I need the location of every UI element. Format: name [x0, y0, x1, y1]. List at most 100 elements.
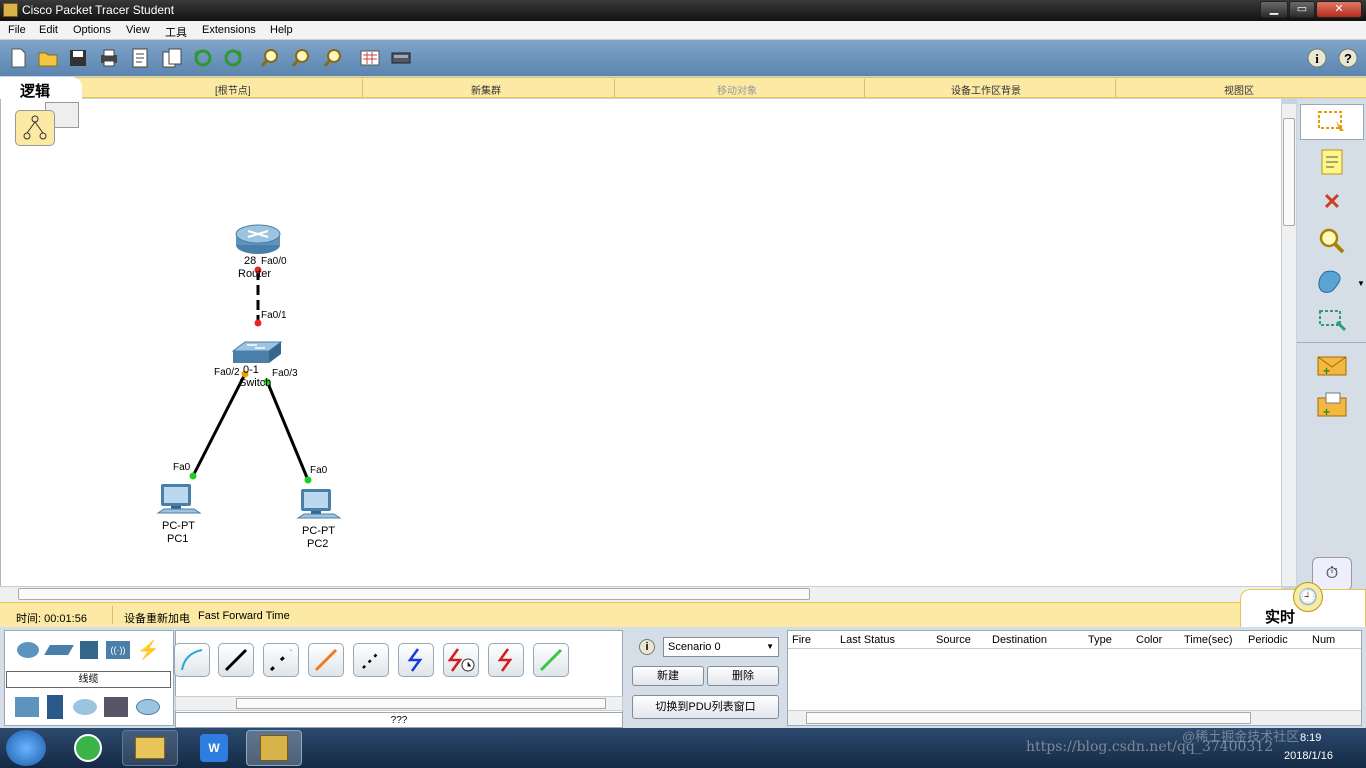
console-cable-icon[interactable]: [218, 643, 254, 677]
pdu-table-scroll-thumb[interactable]: [806, 712, 1251, 724]
serial-dte-clock-cable-icon[interactable]: [443, 643, 479, 677]
power-cycle-devices-button[interactable]: 设备重新加电: [124, 610, 190, 626]
column-color[interactable]: Color: [1136, 634, 1162, 646]
palette-icon[interactable]: [358, 46, 382, 70]
serial-dce-cable-icon[interactable]: [398, 643, 434, 677]
realtime-mode-tab[interactable]: 🕘 实时: [1240, 582, 1366, 627]
fiber-cable-icon[interactable]: [533, 643, 569, 677]
router-name-label: Router: [238, 268, 272, 280]
copy-icon[interactable]: [160, 46, 184, 70]
set-background-button[interactable]: 设备工作区背景: [951, 82, 1021, 97]
menu-help[interactable]: Help: [270, 24, 293, 36]
print-icon[interactable]: [97, 46, 121, 70]
new-file-icon[interactable]: [6, 46, 30, 70]
save-icon[interactable]: [66, 46, 90, 70]
auto-connection-icon[interactable]: [174, 643, 210, 677]
end-devices-category-icon[interactable]: [15, 697, 39, 717]
rollover-cable-icon[interactable]: [353, 643, 389, 677]
add-simple-pdu-icon[interactable]: +: [1312, 349, 1352, 383]
move-object-button[interactable]: 移动对象: [717, 82, 757, 97]
connections-category-icon[interactable]: ⚡: [137, 640, 159, 661]
column-periodic[interactable]: Periodic: [1248, 634, 1288, 646]
draw-shape-icon[interactable]: [1312, 265, 1352, 299]
clock-date[interactable]: 2018/1/16: [1284, 750, 1333, 762]
start-button[interactable]: [6, 730, 46, 766]
fast-forward-time-button[interactable]: Fast Forward Time: [198, 610, 290, 622]
custom-devices-category-icon[interactable]: [104, 697, 128, 717]
crossover-cable-icon[interactable]: [308, 643, 344, 677]
zoom-in-icon[interactable]: [258, 46, 282, 70]
zoom-out-icon[interactable]: [321, 46, 345, 70]
zoom-reset-icon[interactable]: [289, 46, 313, 70]
link-switch-pc2[interactable]: [265, 380, 310, 481]
hubs-category-icon[interactable]: [80, 641, 98, 659]
menu-tools[interactable]: 工具: [165, 24, 187, 40]
360-browser-icon[interactable]: [60, 730, 116, 766]
column-num[interactable]: Num: [1312, 634, 1335, 646]
toggle-pdu-list-button[interactable]: 切换到PDU列表窗口: [632, 695, 779, 719]
minimize-button[interactable]: ▁: [1260, 1, 1288, 18]
multiuser-category-icon[interactable]: [136, 699, 160, 715]
security-category-icon[interactable]: [47, 695, 63, 719]
logical-tab[interactable]: 逻辑: [0, 77, 82, 101]
column-type[interactable]: Type: [1088, 634, 1112, 646]
new-cluster-button[interactable]: 新集群: [471, 82, 501, 97]
column-destination[interactable]: Destination: [992, 634, 1047, 646]
serial-dte-cable-icon[interactable]: [488, 643, 524, 677]
root-node-link[interactable]: [根节点]: [215, 82, 251, 97]
redo-icon[interactable]: [221, 46, 245, 70]
straight-through-cable-icon[interactable]: [263, 643, 299, 677]
clock-time[interactable]: 8:19: [1300, 732, 1321, 744]
file-explorer-icon[interactable]: [122, 730, 178, 766]
undo-icon[interactable]: [191, 46, 215, 70]
menu-file[interactable]: File: [8, 24, 26, 36]
column-fire[interactable]: Fire: [792, 634, 811, 646]
scenario-info-icon[interactable]: i: [639, 639, 655, 655]
column-last-status[interactable]: Last Status: [840, 634, 895, 646]
custom-device-icon[interactable]: [389, 46, 413, 70]
horizontal-scroll-thumb[interactable]: [18, 588, 810, 600]
column-source[interactable]: Source: [936, 634, 971, 646]
shape-dropdown-icon[interactable]: ▼: [1357, 279, 1365, 288]
scenario-dropdown[interactable]: Scenario 0 ▼: [663, 637, 779, 657]
column-time-sec[interactable]: Time(sec): [1184, 634, 1232, 646]
inspect-tool-icon[interactable]: [1312, 224, 1352, 258]
delete-tool-icon[interactable]: ✕: [1312, 185, 1352, 219]
menu-options[interactable]: Options: [73, 24, 111, 36]
vertical-scroll-thumb[interactable]: [1283, 118, 1295, 226]
switch-device[interactable]: [231, 339, 283, 367]
category-label: 线缆: [6, 671, 171, 688]
pc1-device[interactable]: [156, 483, 202, 521]
connections-horizontal-scrollbar[interactable]: [175, 696, 623, 711]
connections-scroll-thumb[interactable]: [236, 698, 606, 709]
packet-tracer-taskbar-icon[interactable]: [246, 730, 302, 766]
info-icon[interactable]: i: [1305, 46, 1329, 70]
pdu-table-horizontal-scrollbar[interactable]: [788, 710, 1361, 725]
wps-writer-icon[interactable]: W: [186, 730, 242, 766]
place-note-icon[interactable]: [1312, 145, 1352, 179]
menu-extensions[interactable]: Extensions: [202, 24, 256, 36]
add-complex-pdu-icon[interactable]: +: [1312, 388, 1352, 422]
routers-category-icon[interactable]: [17, 642, 39, 658]
menu-view[interactable]: View: [126, 24, 150, 36]
workspace-vertical-scrollbar[interactable]: [1281, 104, 1296, 586]
logical-workspace[interactable]: 28 Router Fa0/0 Fa0/1 Fa0/2 0-1 Switch F…: [0, 99, 1281, 586]
workspace-horizontal-scrollbar[interactable]: [0, 586, 1281, 602]
new-scenario-button[interactable]: 新建: [632, 666, 704, 686]
select-tool-icon[interactable]: [1300, 104, 1364, 140]
maximize-button[interactable]: ▭: [1289, 1, 1315, 18]
wan-emulation-category-icon[interactable]: [73, 699, 97, 715]
delete-scenario-button[interactable]: 删除: [707, 666, 779, 686]
resize-shape-icon[interactable]: [1312, 304, 1352, 338]
menu-edit[interactable]: Edit: [39, 24, 58, 36]
router-device[interactable]: [234, 223, 282, 255]
viewport-button[interactable]: 视图区: [1224, 82, 1254, 97]
switches-category-icon[interactable]: [44, 645, 74, 655]
help-icon[interactable]: ?: [1336, 46, 1360, 70]
close-button[interactable]: ✕: [1316, 1, 1362, 18]
pc2-device[interactable]: [296, 488, 342, 526]
activity-wizard-icon[interactable]: [128, 46, 152, 70]
wireless-category-icon[interactable]: ((·)): [106, 641, 130, 659]
link-switch-pc1[interactable]: [191, 373, 247, 477]
open-folder-icon[interactable]: [36, 46, 60, 70]
